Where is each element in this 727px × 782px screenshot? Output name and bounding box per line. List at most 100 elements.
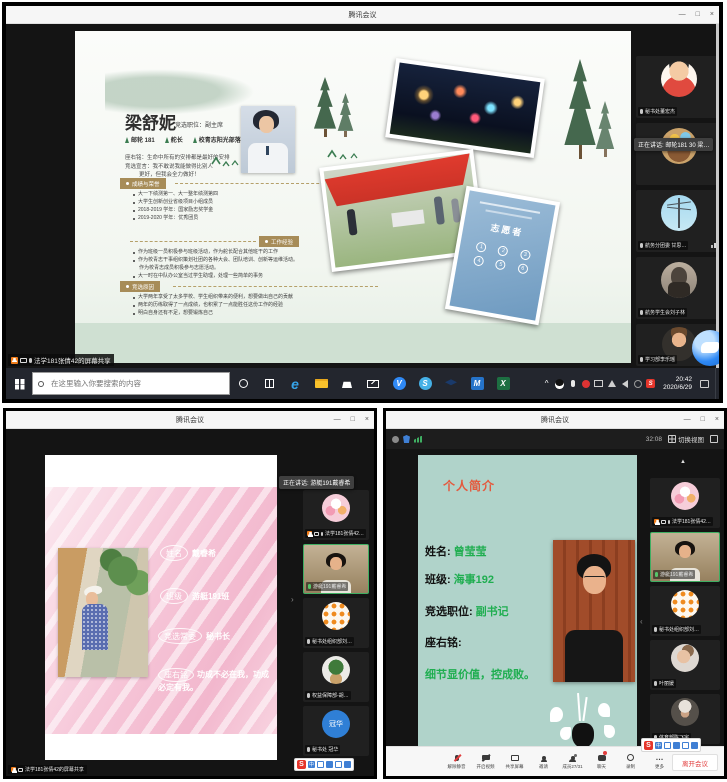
participant-thumbnail[interactable]: 航务学生会刘子林 [636, 257, 719, 319]
tray-expand-icon[interactable]: ^ [540, 368, 553, 399]
taskbar-clock[interactable]: 20:42 2020/6/29 [657, 376, 698, 392]
store-icon[interactable] [334, 368, 360, 399]
participant-thumbnail[interactable]: 法学181张倩42… [650, 478, 720, 528]
skype-icon[interactable]: S [412, 368, 438, 399]
maximize-icon[interactable]: □ [701, 416, 705, 423]
more-button[interactable]: … 更多 [647, 753, 672, 770]
slide-green-band [75, 323, 631, 363]
excel-icon[interactable]: X [490, 368, 516, 399]
maximize-icon[interactable]: □ [351, 416, 355, 423]
start-button[interactable] [6, 368, 32, 399]
qq-tray-icon[interactable] [553, 368, 566, 399]
tree-bullet-icon [125, 137, 129, 143]
meeting-window-bottom-right: 腾讯会议 — □ × 32:08 切换视图 个人简介 姓名:曾莹莹 班级:海事1… [383, 408, 727, 779]
bullet-item: 2018-2019 学年：国家励志奖学金 [138, 207, 213, 214]
unmute-button[interactable]: 解除静音 [444, 753, 469, 770]
ime-keyboard-icon[interactable] [682, 742, 689, 749]
scroll-up-icon[interactable]: ▲ [680, 459, 686, 465]
avatar-blue-monogram: 冠华 [322, 710, 350, 738]
sogou-ime-toolbar[interactable]: S 中 [641, 738, 701, 752]
sidebar-collapse-handle[interactable]: ‹ [640, 617, 643, 626]
invite-button[interactable]: 邀请 [531, 753, 556, 770]
participant-thumbnail[interactable]: 体育部陈飞宇 [650, 694, 720, 744]
tencent-meeting-icon[interactable]: V [386, 368, 412, 399]
switch-view-button[interactable]: 切换视图 [678, 434, 704, 444]
sogou-tray-icon[interactable]: S [644, 368, 657, 399]
mic-tray-icon[interactable] [566, 368, 579, 399]
ime-punct-icon[interactable] [664, 742, 671, 749]
edge-icon[interactable]: e [282, 368, 308, 399]
leave-meeting-button[interactable]: 离开会议 [672, 754, 718, 771]
m-app-icon[interactable]: M [464, 368, 490, 399]
share-screen-button[interactable]: 共享屏幕 [502, 753, 527, 770]
ime-lang-icon[interactable]: 中 [655, 742, 662, 749]
close-icon[interactable]: × [710, 11, 714, 18]
participant-thumbnail[interactable]: 法学181张倩42… [303, 490, 369, 540]
field-label: 班级 [160, 588, 188, 604]
fullscreen-icon[interactable] [710, 435, 718, 443]
avatar-cartoon [661, 61, 697, 97]
participant-video-active[interactable]: 游艇191戴睿希 [303, 544, 369, 594]
action-center-icon[interactable] [698, 368, 711, 399]
screen-icon [20, 358, 27, 363]
participant-video-active[interactable]: 游艇191戴睿希 [650, 532, 720, 582]
minimize-icon[interactable]: — [684, 416, 691, 423]
sogou-logo-icon[interactable]: S [297, 760, 306, 769]
layout-grid-icon[interactable] [668, 435, 676, 443]
participant-thumbnail[interactable]: 航务分团委 甘思… [636, 190, 719, 252]
taskbar-search-input[interactable] [32, 372, 230, 395]
close-icon[interactable]: × [365, 416, 369, 423]
sogou-ime-toolbar[interactable]: S 中 [294, 758, 354, 771]
field-motto-value: 细节显价值，控成败。 [425, 666, 535, 682]
pine-tree-icon [313, 77, 337, 137]
ime-mic-icon[interactable] [673, 742, 680, 749]
learning-app-icon[interactable] [438, 368, 464, 399]
shield-icon[interactable] [403, 435, 410, 443]
volume-icon[interactable] [618, 368, 631, 399]
minimize-icon[interactable]: — [334, 416, 341, 423]
task-view-icon[interactable] [256, 368, 282, 399]
minimize-icon[interactable]: — [679, 11, 686, 18]
info-icon[interactable] [392, 436, 399, 443]
participant-thumbnail[interactable]: 叶丽媛 [650, 640, 720, 690]
ime-keyboard-icon[interactable] [335, 761, 342, 768]
mail-icon[interactable] [360, 368, 386, 399]
ime-tools-icon[interactable] [691, 742, 698, 749]
ime-lang-icon[interactable]: 中 [308, 761, 315, 768]
record-tray-icon[interactable] [579, 368, 592, 399]
sidebar-collapse-handle[interactable]: › [291, 595, 294, 604]
field-name: 姓名:曾莹莹 [425, 543, 487, 559]
mic-icon [640, 243, 643, 248]
record-button[interactable]: 录制 [618, 753, 643, 770]
field-class: 班级:海事192 [425, 571, 494, 587]
participant-thumbnail[interactable]: 权益保障部-胡… [303, 652, 369, 702]
network-icon[interactable] [605, 368, 618, 399]
sogou-logo-icon[interactable]: S [644, 741, 653, 750]
mic-icon [668, 520, 670, 524]
scrollbar[interactable] [716, 24, 719, 368]
speaking-tooltip: 正在讲话: 邮轮181 30 梁… [634, 138, 713, 151]
close-icon[interactable]: × [715, 416, 719, 423]
start-video-button[interactable]: 开启视频 [473, 753, 498, 770]
ime-tools-icon[interactable] [344, 761, 351, 768]
ime-icon[interactable] [631, 368, 644, 399]
screen-tray-icon[interactable] [592, 368, 605, 399]
participant-thumbnail[interactable]: 秘书处组织部刘… [650, 586, 720, 636]
avatar-person-photo [661, 262, 697, 298]
section-badge-experience: 工作经验 [259, 236, 299, 247]
participant-thumbnail[interactable] [636, 123, 719, 185]
chat-button[interactable]: 聊天 [589, 753, 614, 770]
bullet-item: 大学两年享受了太多学校、学生组织带来的便利，想要做出自己的贡献 [138, 294, 293, 301]
bullet-item: 明白自身还有不足，想要锻炼自己 [138, 310, 213, 317]
members-button[interactable]: 成员27/31 [560, 753, 585, 770]
cortana-icon[interactable] [230, 368, 256, 399]
participant-thumbnail[interactable]: 秘书处董宏杰 [636, 56, 719, 118]
participant-thumbnail[interactable]: 秘书处组织部刘… [303, 598, 369, 648]
show-desktop-button[interactable] [715, 368, 719, 399]
ime-punct-icon[interactable] [317, 761, 324, 768]
file-explorer-icon[interactable] [308, 368, 334, 399]
maximize-icon[interactable]: □ [696, 11, 700, 18]
ime-mic-icon[interactable] [326, 761, 333, 768]
pine-tree-icon [595, 101, 615, 157]
participant-thumbnail[interactable]: 冠华 秘书处 冠华 [303, 706, 369, 756]
